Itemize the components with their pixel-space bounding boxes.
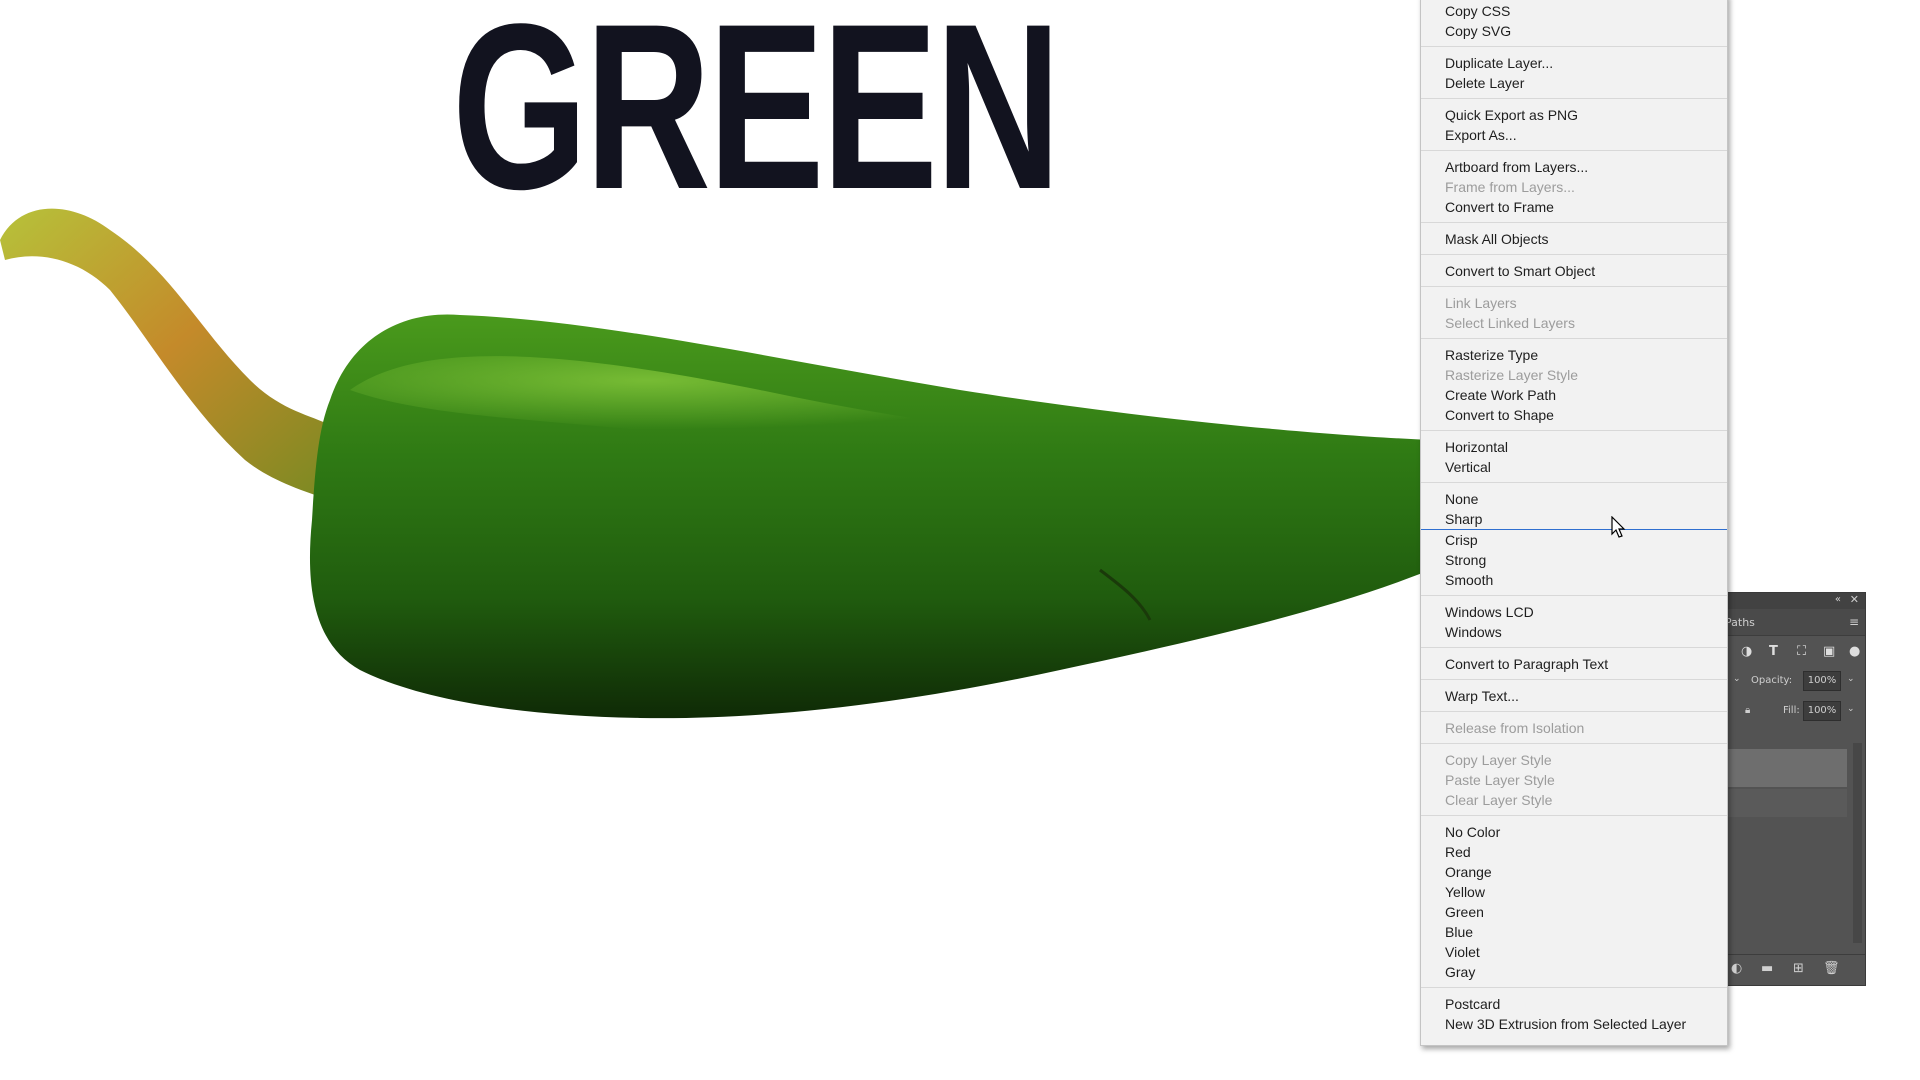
menu-item-warp-text[interactable]: Warp Text... <box>1421 686 1727 706</box>
menu-group: Artboard from Layers... Frame from Layers… <box>1421 151 1727 223</box>
menu-group: Rasterize Type Rasterize Layer Style Creat… <box>1421 339 1727 431</box>
menu-item-strong[interactable]: Strong <box>1421 550 1727 570</box>
menu-item-crisp[interactable]: Crisp <box>1421 530 1727 550</box>
selected-layer-row[interactable] <box>1723 749 1847 787</box>
menu-group: Convert to Smart Object <box>1421 255 1727 287</box>
opacity-row: ⌄ Opacity: 100% ⌄ <box>1723 666 1865 696</box>
opacity-chevron-icon[interactable]: ⌄ <box>1847 674 1855 684</box>
menu-group: Horizontal Vertical <box>1421 431 1727 483</box>
menu-item-clear-layer-style: Clear Layer Style <box>1445 792 1553 808</box>
green-pepper-image <box>0 208 1420 719</box>
menu-item-copy-css[interactable]: Copy CSS <box>1421 1 1727 21</box>
menu-item-convert-to-frame[interactable]: Convert to Frame <box>1421 197 1727 217</box>
lock-icon[interactable]: 🔒︎ <box>1745 705 1750 716</box>
menu-group: Release from Isolation <box>1421 712 1727 744</box>
pepper-stem <box>0 208 330 501</box>
menu-item-no-color[interactable]: No Color <box>1421 822 1727 842</box>
menu-item-green[interactable]: Green <box>1421 902 1727 922</box>
menu-item-smooth[interactable]: Smooth <box>1421 570 1727 590</box>
menu-group: Warp Text... <box>1421 680 1727 712</box>
layer-row[interactable] <box>1723 789 1847 817</box>
menu-item-rasterize-layer-style: Rasterize Layer Style <box>1445 367 1579 383</box>
menu-item-frame-from-layers: Frame from Layers... <box>1445 179 1575 195</box>
menu-item-postcard[interactable]: Postcard <box>1421 994 1727 1014</box>
shape-filter-icon[interactable]: ⛶ <box>1797 644 1806 659</box>
layers-scrollbar[interactable] <box>1853 743 1862 943</box>
menu-item-select-linked-layers: Select Linked Layers <box>1445 315 1575 331</box>
menu-item-none[interactable]: None <box>1421 489 1727 509</box>
menu-item-delete-layer[interactable]: Delete Layer <box>1421 73 1727 93</box>
group-folder-icon[interactable]: ▬ <box>1761 961 1773 976</box>
menu-item-copy-layer-style: Copy Layer Style <box>1445 752 1552 768</box>
menu-item-duplicate-layer[interactable]: Duplicate Layer... <box>1421 53 1727 73</box>
menu-item-convert-to-smart-object[interactable]: Convert to Smart Object <box>1421 261 1727 281</box>
adjustment-layer-icon[interactable]: ◐ <box>1731 961 1742 976</box>
menu-item-export-as[interactable]: Export As... <box>1421 125 1727 145</box>
menu-group: Postcard New 3D Extrusion from Selected L… <box>1421 988 1727 1039</box>
panel-tab-row: Paths ≡ <box>1723 609 1865 636</box>
filter-toggle-icon[interactable]: ● <box>1849 644 1860 659</box>
delete-layer-icon[interactable]: 🗑︎ <box>1823 961 1840 976</box>
layer-context-menu: Copy CSS Copy SVG Duplicate Layer... Delete… <box>1420 0 1728 1046</box>
document-canvas[interactable]: GREEN <box>0 0 1420 1080</box>
menu-item-gray[interactable]: Gray <box>1421 962 1727 982</box>
menu-group: Windows LCD Windows <box>1421 596 1727 648</box>
menu-item-copy-svg[interactable]: Copy SVG <box>1421 21 1727 41</box>
fill-label: Fill: <box>1783 705 1800 716</box>
menu-group: Copy CSS Copy SVG <box>1421 0 1727 47</box>
fill-field[interactable]: 100% <box>1803 701 1841 721</box>
menu-item-link-layers: Link Layers <box>1445 295 1517 311</box>
menu-item-convert-to-paragraph-text[interactable]: Convert to Paragraph Text <box>1421 654 1727 674</box>
menu-item-quick-export-as-png[interactable]: Quick Export as PNG <box>1421 105 1727 125</box>
blend-mode-chevron-icon[interactable]: ⌄ <box>1733 674 1741 684</box>
panel-menu-icon[interactable]: ≡ <box>1849 615 1859 629</box>
menu-group: Mask All Objects <box>1421 223 1727 255</box>
menu-item-mask-all-objects[interactable]: Mask All Objects <box>1421 229 1727 249</box>
menu-item-artboard-from-layers[interactable]: Artboard from Layers... <box>1421 157 1727 177</box>
opacity-field[interactable]: 100% <box>1803 671 1841 691</box>
new-layer-icon[interactable]: ⊞ <box>1793 961 1804 976</box>
menu-item-windows[interactable]: Windows <box>1421 622 1727 642</box>
menu-item-orange[interactable]: Orange <box>1421 862 1727 882</box>
menu-item-create-work-path[interactable]: Create Work Path <box>1421 385 1727 405</box>
opacity-label: Opacity: <box>1751 675 1793 686</box>
menu-item-sharp[interactable]: Sharp <box>1421 509 1727 530</box>
panel-titlebar: « ✕ <box>1723 593 1865 609</box>
tab-paths[interactable]: Paths <box>1725 616 1755 629</box>
collapse-panel-icon[interactable]: « <box>1835 594 1841 605</box>
menu-item-paste-layer-style: Paste Layer Style <box>1445 772 1555 788</box>
fill-row: 🔒︎ Fill: 100% ⌄ <box>1723 696 1865 726</box>
panel-footer: ◐ ▬ ⊞ 🗑︎ <box>1723 954 1865 985</box>
layers-panel: « ✕ Paths ≡ ◑ T ⛶ ▣ ● ⌄ Opacity: 100% ⌄ … <box>1722 592 1866 986</box>
menu-item-red[interactable]: Red <box>1421 842 1727 862</box>
menu-group: Quick Export as PNG Export As... <box>1421 99 1727 151</box>
mouse-cursor-icon <box>1611 516 1626 538</box>
layer-filter-row: ◑ T ⛶ ▣ ● <box>1723 636 1865 666</box>
menu-item-rasterize-type[interactable]: Rasterize Type <box>1421 345 1727 365</box>
menu-item-vertical[interactable]: Vertical <box>1421 457 1727 477</box>
menu-item-horizontal[interactable]: Horizontal <box>1421 437 1727 457</box>
menu-item-windows-lcd[interactable]: Windows LCD <box>1421 602 1727 622</box>
fill-chevron-icon[interactable]: ⌄ <box>1847 704 1855 714</box>
menu-item-release-from-isolation: Release from Isolation <box>1445 720 1585 736</box>
menu-group: Link Layers Select Linked Layers <box>1421 287 1727 339</box>
headline-text-layer[interactable]: GREEN <box>452 0 1061 225</box>
menu-item-violet[interactable]: Violet <box>1421 942 1727 962</box>
menu-group: No Color Red Orange Yellow Green Blue Violet Gr… <box>1421 816 1727 988</box>
menu-item-yellow[interactable]: Yellow <box>1421 882 1727 902</box>
menu-group: None Sharp Crisp Strong Smooth <box>1421 483 1727 596</box>
menu-item-new-3d-extrusion-from-selected-layer[interactable]: New 3D Extrusion from Selected Layer <box>1421 1014 1727 1034</box>
menu-item-blue[interactable]: Blue <box>1421 922 1727 942</box>
menu-item-convert-to-shape[interactable]: Convert to Shape <box>1421 405 1727 425</box>
adjustment-filter-icon[interactable]: ◑ <box>1741 644 1752 659</box>
type-filter-icon[interactable]: T <box>1769 644 1778 659</box>
menu-group: Copy Layer Style Paste Layer Style Clear L… <box>1421 744 1727 816</box>
menu-group: Convert to Paragraph Text <box>1421 648 1727 680</box>
close-panel-icon[interactable]: ✕ <box>1850 593 1859 606</box>
smart-object-filter-icon[interactable]: ▣ <box>1823 644 1835 659</box>
menu-group: Duplicate Layer... Delete Layer <box>1421 47 1727 99</box>
